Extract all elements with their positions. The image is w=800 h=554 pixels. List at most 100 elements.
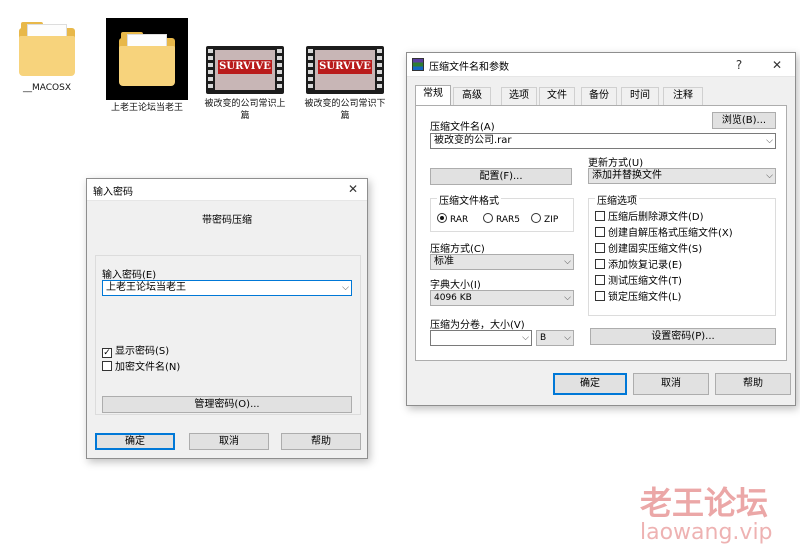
password-value: 上老王论坛当老王 (106, 282, 186, 293)
tab-files[interactable]: 文件 (539, 87, 575, 105)
close-icon[interactable]: ✕ (343, 181, 363, 198)
encrypt-filenames-checkbox[interactable]: 加密文件名(N) (102, 361, 180, 374)
password-field-label: 输入密码(E) (102, 270, 157, 281)
profiles-button[interactable]: 配置(F)... (430, 168, 572, 185)
archive-ok-button[interactable]: 确定 (553, 373, 627, 395)
archive-help-button[interactable]: 帮助 (715, 373, 791, 395)
archive-dialog-titlebar: 压缩文件名和参数 ? ✕ (407, 53, 795, 77)
archive-format-group: 压缩文件格式 RAR RAR5 ZIP (430, 192, 574, 232)
desktop-icon-label: 被改变的公司常识下篇 (304, 99, 386, 121)
tab-time[interactable]: 时间 (621, 87, 659, 105)
archive-name-value: 被改变的公司.rar (434, 135, 512, 146)
delete-after-checkbox[interactable]: 压缩后删除源文件(D) (595, 211, 704, 224)
password-input[interactable]: 上老王论坛当老王 ⌵ (102, 280, 352, 296)
checkbox-icon (595, 259, 605, 269)
general-tab-panel: 压缩文件名(A) 浏览(B)... 被改变的公司.rar ⌵ 配置(F)... … (415, 105, 787, 361)
sfx-checkbox[interactable]: 创建自解压格式压缩文件(X) (595, 227, 733, 240)
watermark-title: 老王论坛 (640, 484, 769, 522)
chevron-down-icon[interactable]: ⌵ (564, 291, 571, 305)
checkbox-icon (595, 227, 605, 237)
sfx-label: 创建自解压格式压缩文件(X) (608, 228, 733, 239)
archive-format-title: 压缩文件格式 (437, 192, 501, 207)
chevron-down-icon[interactable]: ⌵ (766, 134, 773, 148)
checkbox-icon (595, 291, 605, 301)
video-thumbnail-text: SURVIVE (318, 60, 372, 74)
checkbox-icon (595, 243, 605, 253)
archive-parameters-dialog: 压缩文件名和参数 ? ✕ 常规 高级 选项 文件 备份 时间 注释 压缩文件名(… (406, 52, 796, 406)
video-thumbnail-text: SURVIVE (218, 60, 272, 74)
desktop-icon-label: 上老王论坛当老王 (110, 103, 183, 113)
chevron-down-icon[interactable]: ⌵ (564, 331, 571, 345)
winrar-icon (412, 58, 424, 71)
test-archive-label: 测试压缩文件(T) (608, 276, 682, 287)
password-ok-button[interactable]: 确定 (95, 433, 175, 450)
video-thumbnail-icon: SURVIVE (306, 46, 384, 94)
desktop-icon-laowang-folder[interactable]: 上老王论坛当老王 (104, 18, 190, 114)
checkmark-icon: ✓ (102, 348, 112, 358)
tab-advanced[interactable]: 高级 (453, 87, 491, 105)
radio-icon (483, 213, 493, 223)
checkbox-icon (595, 275, 605, 285)
desktop-icon-label: 被改变的公司常识上篇 (204, 99, 286, 121)
update-mode-label: 更新方式(U) (588, 158, 644, 169)
show-password-checkbox[interactable]: ✓ 显示密码(S) (102, 345, 169, 358)
desktop-icon-video-part2[interactable]: SURVIVE 被改变的公司常识下篇 (302, 46, 388, 122)
chevron-down-icon[interactable]: ⌵ (564, 255, 571, 269)
format-rar-label: RAR (450, 215, 469, 225)
update-mode-value: 添加并替换文件 (592, 170, 662, 181)
format-zip-radio[interactable]: ZIP (531, 213, 558, 227)
tab-options[interactable]: 选项 (501, 87, 537, 105)
chevron-down-icon[interactable]: ⌵ (766, 169, 773, 183)
compression-method-label: 压缩方式(C) (430, 244, 485, 255)
split-unit-select[interactable]: B ⌵ (536, 330, 574, 346)
browse-button[interactable]: 浏览(B)... (712, 112, 776, 129)
compression-method-select[interactable]: 标准 ⌵ (430, 254, 574, 270)
password-dialog-title: 输入密码 (93, 187, 133, 198)
tab-general[interactable]: 常规 (415, 85, 451, 106)
tab-backup[interactable]: 备份 (581, 87, 617, 105)
enter-password-dialog: 输入密码 ✕ 带密码压缩 输入密码(E) 上老王论坛当老王 ⌵ ✓ 显示密码(S)… (86, 178, 368, 459)
archive-options-title: 压缩选项 (595, 192, 639, 207)
manage-passwords-button[interactable]: 管理密码(O)... (102, 396, 352, 413)
show-password-label: 显示密码(S) (115, 346, 170, 357)
format-rar5-radio[interactable]: RAR5 (483, 213, 520, 227)
archive-name-input[interactable]: 被改变的公司.rar ⌵ (430, 133, 776, 149)
radio-icon (531, 213, 541, 223)
dictionary-size-value: 4096 KB (434, 293, 472, 303)
delete-after-label: 压缩后删除源文件(D) (608, 212, 704, 223)
archive-dialog-title: 压缩文件名和参数 (429, 62, 509, 73)
lock-archive-checkbox[interactable]: 锁定压缩文件(L) (595, 291, 681, 304)
set-password-button[interactable]: 设置密码(P)... (590, 328, 776, 345)
recovery-record-label: 添加恢复记录(E) (608, 260, 683, 271)
video-thumbnail-icon: SURVIVE (206, 46, 284, 94)
checkbox-icon (595, 211, 605, 221)
desktop-icon-macosx[interactable]: __MACOSX (4, 20, 90, 94)
recovery-record-checkbox[interactable]: 添加恢复记录(E) (595, 259, 682, 272)
dictionary-size-label: 字典大小(I) (430, 280, 481, 291)
help-title-button[interactable]: ? (729, 57, 749, 74)
format-rar-radio[interactable]: RAR (437, 213, 468, 227)
chevron-down-icon[interactable]: ⌵ (342, 281, 349, 295)
password-help-button[interactable]: 帮助 (281, 433, 361, 450)
tab-comment[interactable]: 注释 (663, 87, 703, 105)
split-unit-value: B (540, 333, 547, 343)
split-volume-label: 压缩为分卷，大小(V) (430, 320, 525, 331)
update-mode-select[interactable]: 添加并替换文件 ⌵ (588, 168, 776, 184)
desktop-icon-video-part1[interactable]: SURVIVE 被改变的公司常识上篇 (202, 46, 288, 122)
format-zip-label: ZIP (544, 215, 559, 225)
radio-selected-icon (437, 213, 447, 223)
split-volume-input[interactable]: ⌵ (430, 330, 532, 346)
archive-options-group: 压缩选项 压缩后删除源文件(D) 创建自解压格式压缩文件(X) 创建固实压缩文件… (588, 192, 776, 316)
chevron-down-icon[interactable]: ⌵ (522, 331, 529, 345)
password-cancel-button[interactable]: 取消 (189, 433, 269, 450)
close-icon[interactable]: ✕ (767, 57, 787, 74)
folder-icon (19, 20, 75, 78)
desktop-icon-label: __MACOSX (22, 83, 71, 93)
password-dialog-heading: 带密码压缩 (202, 215, 252, 226)
archive-cancel-button[interactable]: 取消 (633, 373, 709, 395)
test-archive-checkbox[interactable]: 测试压缩文件(T) (595, 275, 682, 288)
lock-archive-label: 锁定压缩文件(L) (608, 292, 682, 303)
dictionary-size-select[interactable]: 4096 KB ⌵ (430, 290, 574, 306)
solid-checkbox[interactable]: 创建固实压缩文件(S) (595, 243, 702, 256)
encrypt-filenames-label: 加密文件名(N) (115, 362, 181, 373)
